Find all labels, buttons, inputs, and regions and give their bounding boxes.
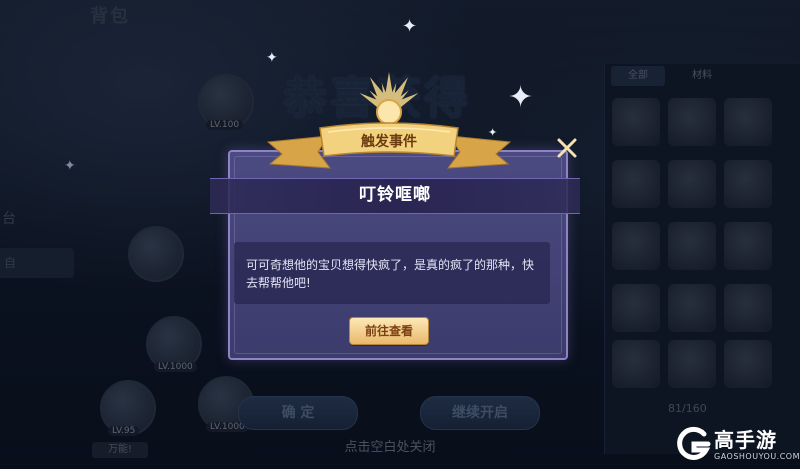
event-description: 可可奇想他的宝贝想得快疯了，是真的疯了的那种，快去帮帮他吧! (246, 258, 535, 290)
banner-ribbon (258, 70, 520, 180)
sparkle-icon: ✦ (64, 158, 76, 174)
brand-logo-icon (677, 426, 711, 460)
banner-label: 触发事件 (361, 134, 417, 150)
goto-button[interactable]: 前往查看 (349, 317, 429, 345)
sunburst-emblem-icon (266, 72, 512, 169)
sparkle-icon: ✦ (402, 16, 418, 37)
close-icon[interactable] (553, 134, 581, 162)
watermark-brand: 高手游 (714, 428, 777, 452)
watermark-domain: GAOSHOUYOU.COM (714, 452, 800, 461)
sparkle-icon: ✦ (266, 50, 278, 66)
event-title: 叮铃哐啷 (359, 185, 431, 205)
